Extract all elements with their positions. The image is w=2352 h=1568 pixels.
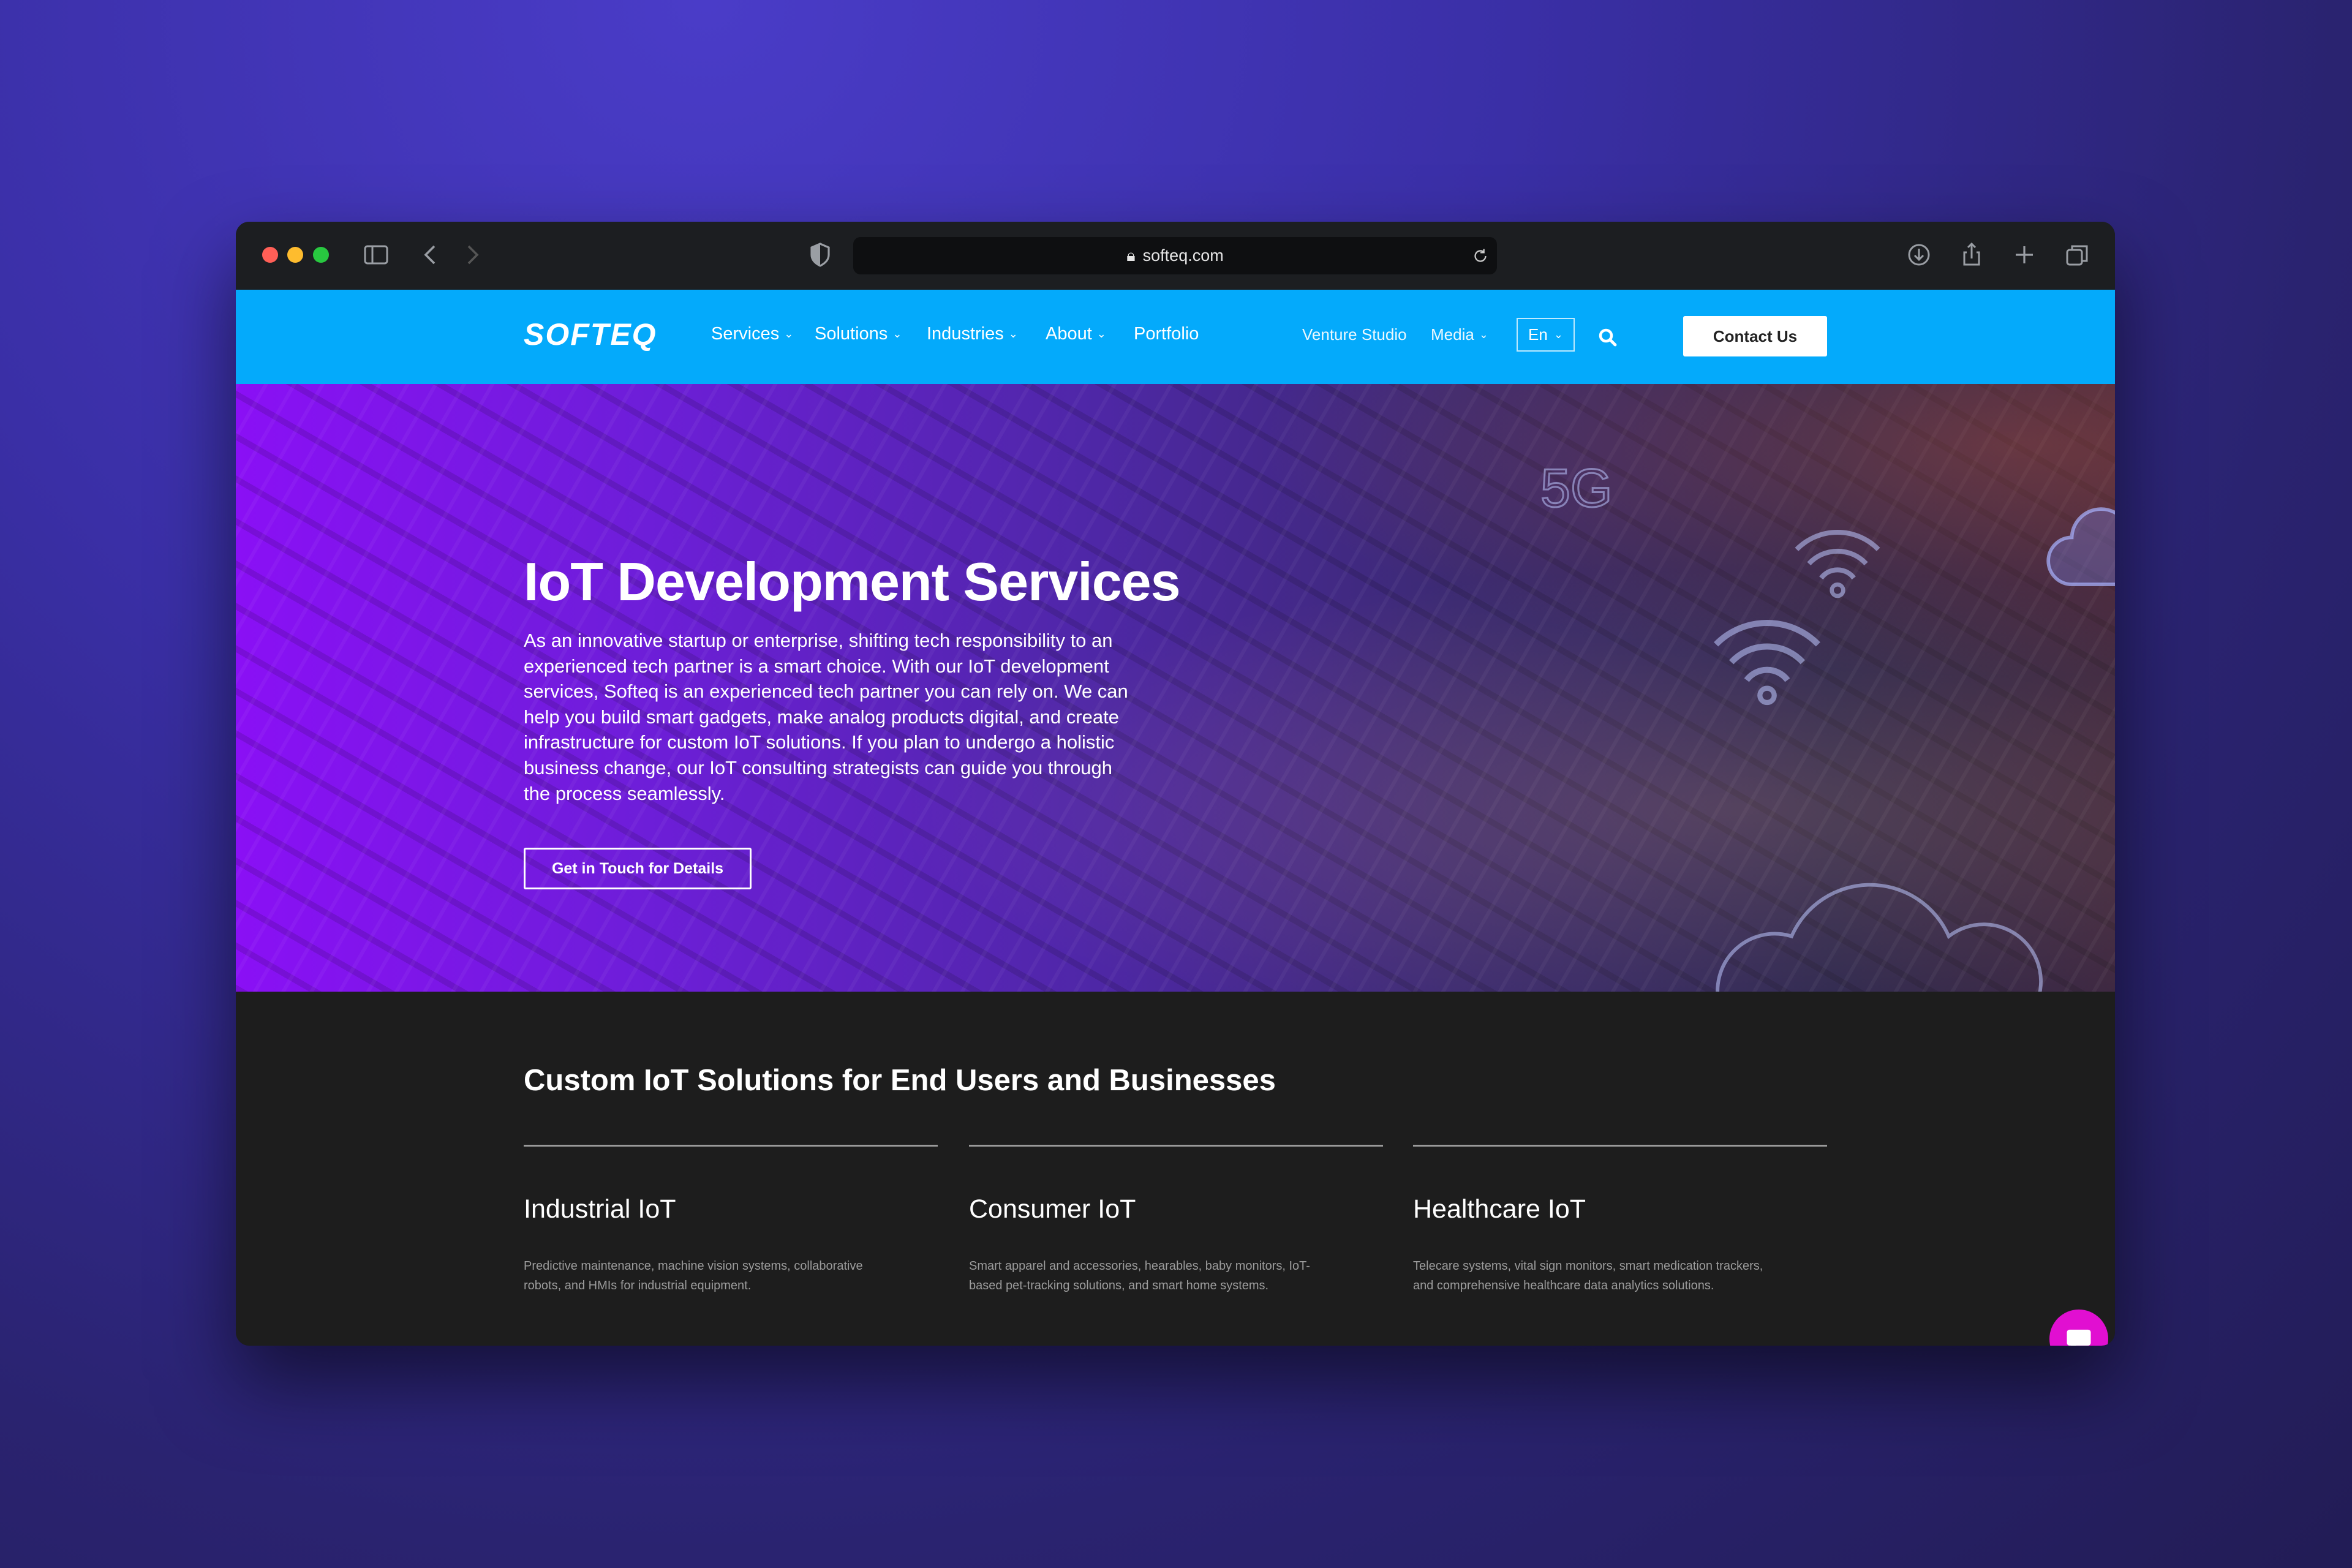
card-title[interactable]: Consumer IoT: [969, 1194, 1383, 1224]
solutions-heading: Custom IoT Solutions for End Users and B…: [524, 1064, 1276, 1097]
chevron-down-icon: ⌄: [784, 328, 794, 340]
minimize-window-button[interactable]: [287, 247, 303, 263]
shield-icon[interactable]: [805, 240, 835, 270]
chevron-down-icon: ⌄: [892, 328, 902, 340]
solution-card-industrial: Industrial IoT Predictive maintenance, m…: [524, 1145, 938, 1295]
chat-bubble-icon: [2067, 1329, 2091, 1346]
lock-icon: 🔒︎: [1126, 246, 1136, 265]
chevron-down-icon: ⌄: [1553, 328, 1563, 341]
browser-window: 🔒︎ softeq.com SOFTEQ Services ⌄ Solutions…: [236, 222, 2115, 1346]
nav-label: Services: [711, 324, 780, 344]
divider: [524, 1145, 938, 1147]
chevron-down-icon: ⌄: [1008, 328, 1018, 340]
chevron-down-icon: ⌄: [1096, 328, 1106, 340]
language-selector[interactable]: En ⌄: [1517, 318, 1575, 352]
5g-overlay-icon: 5G: [1540, 457, 1613, 519]
cloud-overlay-icon: [2046, 507, 2115, 586]
nav-label: Industries: [927, 324, 1004, 344]
nav-label: Solutions: [815, 324, 888, 344]
back-icon[interactable]: [416, 240, 445, 270]
nav-industries[interactable]: Industries ⌄: [927, 324, 1018, 344]
card-title[interactable]: Industrial IoT: [524, 1194, 938, 1224]
get-in-touch-button[interactable]: Get in Touch for Details: [524, 848, 752, 889]
wifi-overlay-icon: [1714, 620, 1820, 706]
nav-portfolio[interactable]: Portfolio: [1134, 324, 1199, 344]
sidebar-icon[interactable]: [361, 240, 391, 270]
divider: [969, 1145, 1383, 1147]
card-description: Smart apparel and accessories, hearables…: [969, 1259, 1310, 1292]
nav-services[interactable]: Services ⌄: [711, 324, 793, 344]
chevron-down-icon: ⌄: [1479, 328, 1488, 341]
share-icon[interactable]: [1957, 240, 1986, 270]
nav-media[interactable]: Media ⌄: [1431, 325, 1488, 344]
download-icon[interactable]: [1904, 240, 1934, 270]
solution-card-healthcare: Healthcare IoT Telecare systems, vital s…: [1413, 1145, 1827, 1295]
forward-icon[interactable]: [458, 240, 487, 270]
divider: [1413, 1145, 1827, 1147]
nav-label: Venture Studio: [1302, 325, 1407, 344]
chat-widget-button[interactable]: [2049, 1310, 2108, 1346]
cloud-overlay-icon: [1716, 883, 2043, 992]
address-bar[interactable]: 🔒︎ softeq.com: [853, 237, 1497, 274]
nav-label: Media: [1431, 325, 1474, 344]
url-text: softeq.com: [1142, 246, 1224, 265]
new-tab-icon[interactable]: [2010, 240, 2039, 270]
card-description: Telecare systems, vital sign monitors, s…: [1413, 1259, 1763, 1292]
solutions-section: Custom IoT Solutions for End Users and B…: [236, 992, 2115, 1346]
card-description: Predictive maintenance, machine vision s…: [524, 1259, 863, 1292]
search-icon[interactable]: [1597, 326, 1619, 349]
svg-text:5G: 5G: [1540, 458, 1612, 518]
hero-section: 5G IoT Development Services As an innova…: [236, 384, 2115, 992]
nav-about[interactable]: About ⌄: [1046, 324, 1106, 344]
softeq-logo[interactable]: SOFTEQ: [524, 317, 657, 352]
nav-venture-studio[interactable]: Venture Studio: [1302, 325, 1407, 344]
wifi-overlay-icon: [1795, 530, 1880, 598]
card-title[interactable]: Healthcare IoT: [1413, 1194, 1827, 1224]
site-navbar: SOFTEQ Services ⌄ Solutions ⌄ Industries ⌄ …: [236, 290, 2115, 384]
maximize-window-button[interactable]: [313, 247, 329, 263]
reload-icon[interactable]: [1470, 246, 1491, 266]
nav-label: About: [1046, 324, 1092, 344]
tabs-overview-icon[interactable]: [2062, 240, 2092, 270]
hero-description: As an innovative startup or enterprise, …: [524, 630, 1128, 804]
language-value: En: [1528, 325, 1548, 344]
solution-card-consumer: Consumer IoT Smart apparel and accessori…: [969, 1145, 1383, 1295]
nav-solutions[interactable]: Solutions ⌄: [815, 324, 902, 344]
nav-label: Portfolio: [1134, 324, 1199, 344]
browser-toolbar: 🔒︎ softeq.com: [236, 222, 2115, 290]
hero-title: IoT Development Services: [524, 551, 1181, 612]
close-window-button[interactable]: [262, 247, 278, 263]
contact-us-button[interactable]: Contact Us: [1683, 316, 1827, 356]
